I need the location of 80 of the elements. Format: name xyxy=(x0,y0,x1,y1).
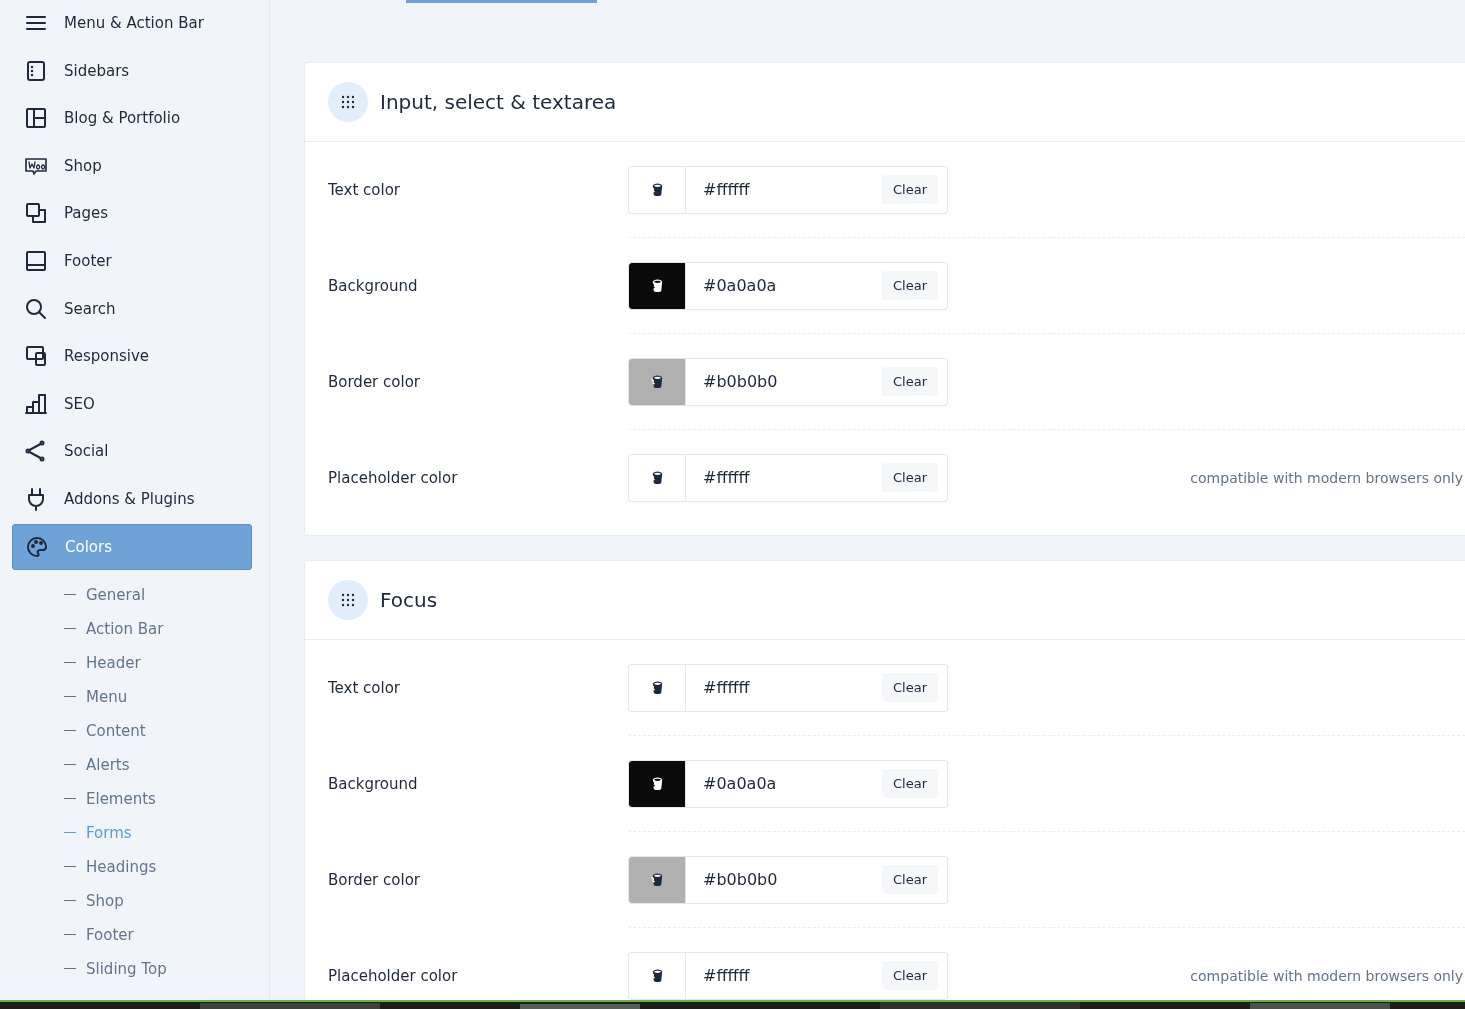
submenu-item[interactable]: Alerts xyxy=(12,747,252,782)
paint-bucket-icon xyxy=(649,680,665,695)
color-swatch[interactable] xyxy=(629,760,686,807)
submenu-item[interactable]: Header xyxy=(12,645,252,680)
color-value: #b0b0b0 xyxy=(702,372,779,391)
help-text: compatible with modern browsers only xyxy=(1190,469,1463,486)
color-swatch[interactable] xyxy=(629,358,686,405)
clear-button[interactable]: Clear xyxy=(882,673,938,702)
color-value: #ffffff xyxy=(702,966,751,985)
field-label: Border color xyxy=(328,870,421,889)
color-field[interactable]: #0a0a0a Clear xyxy=(628,759,948,808)
pages-icon xyxy=(24,201,48,226)
paint-bucket-icon xyxy=(649,182,665,197)
sidebar-item[interactable]: Social xyxy=(12,428,252,475)
sidebar-icon xyxy=(24,58,48,83)
submenu-item[interactable]: Elements xyxy=(12,781,252,816)
color-value: #ffffff xyxy=(702,468,751,487)
submenu-item[interactable]: General xyxy=(12,577,252,612)
section-title: Input, select & textarea xyxy=(380,90,617,114)
color-value: #b0b0b0 xyxy=(702,870,779,889)
paint-bucket-icon xyxy=(649,968,665,983)
submenu-item[interactable]: Action Bar xyxy=(12,611,252,646)
clear-button[interactable]: Clear xyxy=(882,961,938,990)
field-label: Text color xyxy=(328,678,402,697)
bar-chart-icon xyxy=(24,391,48,416)
footer-icon xyxy=(24,248,48,273)
clear-button[interactable]: Clear xyxy=(882,271,938,300)
responsive-icon xyxy=(24,344,48,369)
sidebar-item[interactable]: Search xyxy=(12,285,252,332)
grid-icon xyxy=(328,580,368,620)
submenu-item[interactable]: Footer xyxy=(12,917,252,952)
sidebar-item[interactable]: Blog & Portfolio xyxy=(12,95,252,142)
sidebar-item[interactable]: Addons & Plugins xyxy=(12,475,252,522)
clear-button[interactable]: Clear xyxy=(882,463,938,492)
color-value: #ffffff xyxy=(702,678,751,697)
sidebar-item[interactable]: Sidebars xyxy=(12,47,252,94)
paint-bucket-icon xyxy=(649,470,665,485)
color-field[interactable]: #ffffff Clear xyxy=(628,663,948,712)
field-label: Background xyxy=(328,276,419,295)
color-swatch[interactable] xyxy=(629,856,686,903)
clear-button[interactable]: Clear xyxy=(882,175,938,204)
paint-bucket-icon xyxy=(649,374,665,389)
help-text: compatible with modern browsers only xyxy=(1190,967,1463,984)
search-icon xyxy=(24,296,48,321)
color-field[interactable]: #0a0a0a Clear xyxy=(628,261,948,310)
field-label: Placeholder color xyxy=(328,468,459,487)
color-field[interactable]: #b0b0b0 Clear xyxy=(628,855,948,904)
clear-button[interactable]: Clear xyxy=(882,865,938,894)
submenu-item[interactable]: Headings xyxy=(12,849,252,884)
color-swatch[interactable] xyxy=(629,262,686,309)
paint-bucket-icon xyxy=(649,872,665,887)
color-value: #0a0a0a xyxy=(702,276,778,295)
clear-button[interactable]: Clear xyxy=(882,769,938,798)
field-label: Background xyxy=(328,774,419,793)
color-value: #0a0a0a xyxy=(702,774,778,793)
color-value: #ffffff xyxy=(702,180,751,199)
field-label: Placeholder color xyxy=(328,966,459,985)
paint-bucket-icon xyxy=(649,278,665,293)
field-label: Text color xyxy=(328,180,402,199)
sidebar-item[interactable]: Footer xyxy=(12,237,252,284)
submenu-item[interactable]: Shop xyxy=(12,883,252,918)
color-field[interactable]: #ffffff Clear xyxy=(628,165,948,214)
sidebar-item[interactable]: Menu & Action Bar xyxy=(12,0,252,46)
paint-bucket-icon xyxy=(649,776,665,791)
grid-icon xyxy=(328,82,368,122)
sidebar-item[interactable]: SEO xyxy=(12,380,252,427)
sidebar-item[interactable]: Responsive xyxy=(12,333,252,380)
color-field[interactable]: #ffffff Clear xyxy=(628,453,948,502)
color-field[interactable]: #b0b0b0 Clear xyxy=(628,357,948,406)
field-label: Border color xyxy=(328,372,421,391)
submenu-item[interactable]: Sliding Top xyxy=(12,951,252,986)
palette-icon xyxy=(25,534,49,559)
sidebar-item[interactable]: Shop xyxy=(12,142,252,189)
color-field[interactable]: #ffffff Clear xyxy=(628,951,948,1000)
submenu-item[interactable]: Menu xyxy=(12,679,252,714)
section-title: Focus xyxy=(380,588,438,612)
layout-icon xyxy=(24,106,48,131)
clear-button[interactable]: Clear xyxy=(882,367,938,396)
submenu-item[interactable]: Content xyxy=(12,713,252,748)
sidebar-item[interactable]: Pages xyxy=(12,190,252,237)
